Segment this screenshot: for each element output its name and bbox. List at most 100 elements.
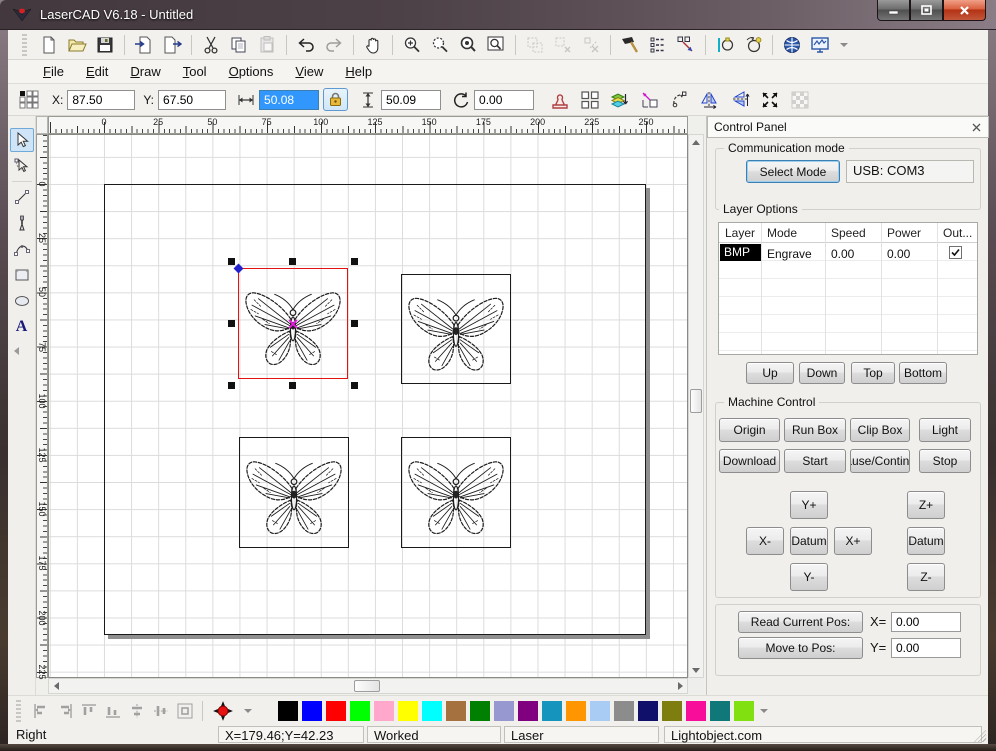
- palette-swatch-19[interactable]: [734, 701, 754, 721]
- palette-swatch-13[interactable]: [590, 701, 610, 721]
- palette-swatch-9[interactable]: [494, 701, 514, 721]
- jog-x-plus-button[interactable]: X+: [834, 527, 872, 555]
- palette-swatch-11[interactable]: [542, 701, 562, 721]
- palette-swatch-10[interactable]: [518, 701, 538, 721]
- tool-node-edit[interactable]: [10, 154, 34, 178]
- select-mode-button[interactable]: Select Mode: [746, 160, 840, 183]
- center-page-icon[interactable]: [174, 700, 196, 722]
- zoom-page-icon[interactable]: [484, 33, 508, 57]
- palette-swatch-0[interactable]: [278, 701, 298, 721]
- menu-draw[interactable]: Draw: [119, 62, 171, 81]
- collapse-toolbar-icon[interactable]: [14, 347, 19, 355]
- width-input[interactable]: [259, 90, 319, 110]
- start-button[interactable]: Start: [784, 449, 846, 473]
- open-icon[interactable]: [65, 33, 89, 57]
- menu-view[interactable]: View: [284, 62, 334, 81]
- copy-icon[interactable]: [227, 33, 251, 57]
- expand-icon[interactable]: [758, 88, 782, 112]
- pick-tool-icon[interactable]: [618, 33, 642, 57]
- layer-cell-mode[interactable]: Engrave: [767, 247, 812, 261]
- center-vertical-icon[interactable]: [150, 700, 172, 722]
- tool-rectangle[interactable]: [10, 263, 34, 287]
- menu-tool[interactable]: Tool: [172, 62, 218, 81]
- layer-cell-power[interactable]: 0.00: [887, 247, 910, 261]
- jog-datum-button[interactable]: Datum: [790, 527, 828, 555]
- palette-swatch-6[interactable]: [422, 701, 442, 721]
- zoom-marquee-icon[interactable]: [428, 33, 452, 57]
- display-icon[interactable]: [808, 33, 832, 57]
- align-bottom-icon[interactable]: [102, 700, 124, 722]
- center-horizontal-icon[interactable]: [126, 700, 148, 722]
- dimension-icon[interactable]: [638, 88, 662, 112]
- group-icon[interactable]: [523, 33, 547, 57]
- jog-x-minus-button[interactable]: X-: [746, 527, 784, 555]
- param-list-icon[interactable]: [646, 33, 670, 57]
- layer-down-button[interactable]: Down: [799, 362, 845, 384]
- paste-icon[interactable]: [255, 33, 279, 57]
- palette-swatch-4[interactable]: [374, 701, 394, 721]
- layer-cell-speed[interactable]: 0.00: [831, 247, 854, 261]
- measure-icon[interactable]: [713, 33, 737, 57]
- layer-output-checkbox[interactable]: [949, 246, 962, 259]
- tool-select[interactable]: [10, 128, 34, 152]
- pan-icon[interactable]: [361, 33, 385, 57]
- menu-help[interactable]: Help: [334, 62, 383, 81]
- node-rotate-icon[interactable]: [668, 88, 692, 112]
- palette-swatch-14[interactable]: [614, 701, 634, 721]
- palette-swatch-5[interactable]: [398, 701, 418, 721]
- tool-pen[interactable]: [10, 211, 34, 235]
- origin-button[interactable]: Origin: [719, 418, 780, 442]
- menu-file[interactable]: File: [32, 62, 75, 81]
- download-button[interactable]: Download: [719, 449, 780, 473]
- selection-handle-w[interactable]: [228, 320, 235, 327]
- pos-y-input[interactable]: [891, 638, 961, 658]
- selection-handle-sw[interactable]: [228, 382, 235, 389]
- jog-z-minus-button[interactable]: Z-: [907, 563, 945, 591]
- butterfly-object[interactable]: [401, 437, 511, 548]
- rotate-tool-icon[interactable]: [741, 33, 765, 57]
- layer-cell-name[interactable]: BMP: [720, 244, 761, 261]
- selected-butterfly-object[interactable]: [238, 268, 348, 379]
- pause-continue-button[interactable]: Pause/Continue: [850, 449, 910, 473]
- jog-z-datum-button[interactable]: Datum: [907, 527, 945, 555]
- scroll-down-button[interactable]: [689, 663, 703, 677]
- stamp-icon[interactable]: [548, 88, 572, 112]
- tool-ellipse[interactable]: [10, 289, 34, 313]
- palette-swatch-17[interactable]: [686, 701, 706, 721]
- group-squares-icon[interactable]: [578, 88, 602, 112]
- palette-swatch-3[interactable]: [350, 701, 370, 721]
- undo-icon[interactable]: [294, 33, 318, 57]
- save-icon[interactable]: [93, 33, 117, 57]
- mirror-horizontal-icon[interactable]: [698, 88, 722, 112]
- palette-swatch-2[interactable]: [326, 701, 346, 721]
- tool-bezier[interactable]: [10, 237, 34, 261]
- light-button[interactable]: Light: [919, 418, 971, 442]
- selection-handle-ne[interactable]: [351, 258, 358, 265]
- scroll-right-button[interactable]: [673, 679, 687, 693]
- butterfly-object[interactable]: [401, 274, 511, 384]
- panel-close-button[interactable]: [969, 120, 983, 134]
- layer-up-button[interactable]: Up: [746, 362, 794, 384]
- laser-dropdown-icon[interactable]: [244, 709, 252, 713]
- layer-bottom-button[interactable]: Bottom: [899, 362, 947, 384]
- close-button[interactable]: [943, 0, 986, 21]
- palette-swatch-7[interactable]: [446, 701, 466, 721]
- selection-handle-se[interactable]: [351, 382, 358, 389]
- palette-swatch-15[interactable]: [638, 701, 658, 721]
- jog-z-plus-button[interactable]: Z+: [907, 491, 945, 519]
- anchor-grid-icon[interactable]: [17, 88, 41, 112]
- palette-swatch-18[interactable]: [710, 701, 730, 721]
- redo-icon[interactable]: [322, 33, 346, 57]
- menu-options[interactable]: Options: [218, 62, 285, 81]
- palette-swatch-16[interactable]: [662, 701, 682, 721]
- menu-edit[interactable]: Edit: [75, 62, 119, 81]
- rotation-input[interactable]: [474, 90, 534, 110]
- layer-table[interactable]: Layer Mode Speed Power Out... BMP Engrav…: [718, 222, 978, 355]
- laser-origin-icon[interactable]: [212, 700, 234, 722]
- export-icon[interactable]: [160, 33, 184, 57]
- vertical-scrollbar[interactable]: [688, 134, 704, 678]
- jog-y-minus-button[interactable]: Y-: [790, 563, 828, 591]
- zoom-in-icon[interactable]: [400, 33, 424, 57]
- palette-swatch-1[interactable]: [302, 701, 322, 721]
- ungroup-icon[interactable]: [551, 33, 575, 57]
